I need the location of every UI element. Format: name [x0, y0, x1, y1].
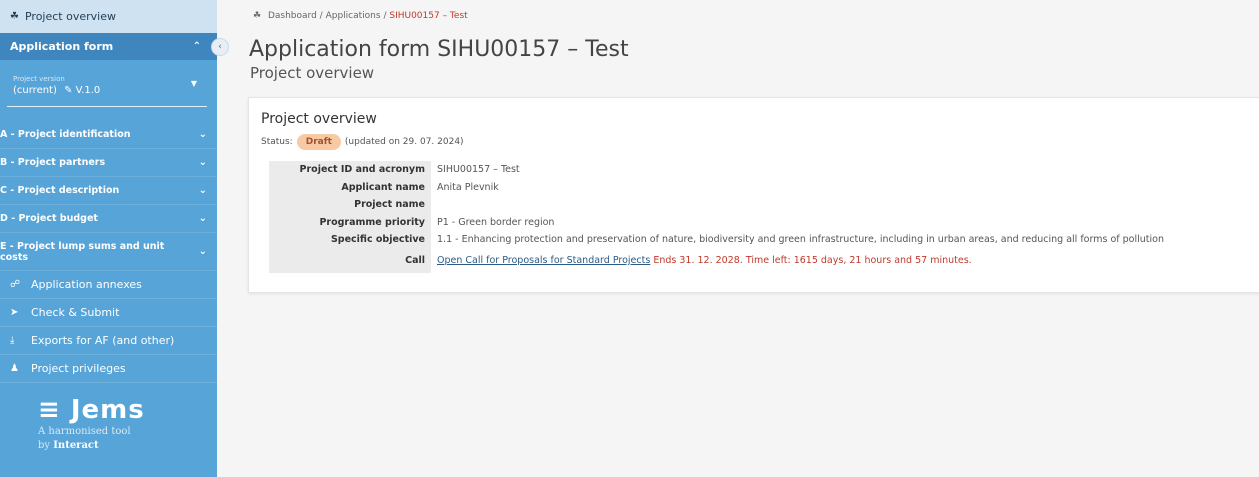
sidebar-item-section-b[interactable]: B - Project partners ⌄: [0, 149, 217, 177]
page-subtitle: Project overview: [250, 64, 375, 82]
field-label: Project name: [269, 196, 431, 214]
status-badge: Draft: [296, 134, 341, 150]
field-label: Call: [269, 248, 431, 273]
sidebar-item-label: Exports for AF (and other): [31, 334, 175, 347]
logo-mark-icon: ≡: [38, 395, 61, 425]
table-row: Project ID and acronym SIHU00157 – Test: [269, 161, 1259, 179]
chevron-down-icon: ⌄: [198, 157, 207, 168]
sidebar-item-application-form[interactable]: Application form ⌃ ‹: [0, 33, 229, 60]
breadcrumb-dashboard[interactable]: Dashboard: [268, 11, 317, 21]
field-value: P1 - Green border region: [437, 216, 555, 228]
breadcrumb-separator: /: [383, 11, 387, 21]
sidebar-item-label: E - Project lump sums and unit costs: [0, 240, 165, 263]
sidebar-item-label: Check & Submit: [31, 306, 120, 319]
field-label: Applicant name: [269, 178, 431, 196]
field-value: SIHU00157 – Test: [437, 164, 520, 176]
call-deadline: Ends 31. 12. 2028. Time left: 1615 days,…: [653, 255, 972, 266]
sidebar-item-check-submit[interactable]: ➤ Check & Submit: [0, 299, 217, 327]
sidebar-item-project-privileges[interactable]: ♟ Project privileges: [0, 355, 217, 383]
project-version-select[interactable]: Project version (current) ✎ V.1.0 ▼: [7, 67, 207, 107]
link-icon: ☍: [10, 279, 21, 290]
page-title: Application form SIHU00157 – Test: [249, 37, 629, 62]
chevron-down-icon: ▼: [190, 79, 197, 88]
field-value: 1.1 - Enhancing protection and preservat…: [437, 234, 1164, 246]
project-overview-card: Project overview Status: Draft (updated …: [248, 97, 1259, 293]
table-row: Project name: [269, 196, 1259, 214]
call-link[interactable]: Open Call for Proposals for Standard Pro…: [437, 255, 650, 266]
sidebar-item-section-a[interactable]: A - Project identification ⌄: [0, 121, 217, 149]
logo-tagline: A harmonised tool: [38, 426, 131, 437]
sidebar-item-section-e[interactable]: E - Project lump sums and unit costs ⌄: [0, 233, 217, 271]
table-row: Call Open Call for Proposals for Standar…: [269, 248, 1259, 273]
logo-org: Interact: [53, 440, 99, 451]
home-icon[interactable]: ☘: [253, 11, 261, 21]
sidebar-item-label: Application form: [10, 40, 114, 53]
project-info-table: Project ID and acronym SIHU00157 – Test …: [269, 161, 1259, 273]
users-icon: ♟: [10, 363, 19, 374]
field-value: Open Call for Proposals for Standard Pro…: [431, 249, 1259, 273]
project-version-label: Project version: [13, 75, 65, 83]
chevron-down-icon: ⌄: [198, 213, 207, 224]
table-row: Specific objective 1.1 - Enhancing prote…: [269, 231, 1259, 249]
breadcrumb-separator: /: [319, 11, 323, 21]
sidebar-item-label: B - Project partners: [0, 157, 106, 168]
home-icon: ☘: [10, 11, 19, 22]
field-value: Anita Plevnik: [437, 181, 499, 193]
field-label: Programme priority: [269, 213, 431, 231]
application-sections: A - Project identification ⌄ B - Project…: [0, 121, 217, 271]
jems-logo: ≡ Jems A harmonised tool by Interact: [38, 395, 145, 453]
field-label: Project ID and acronym: [269, 161, 431, 179]
logo-name: Jems: [70, 395, 145, 425]
sidebar-item-application-annexes[interactable]: ☍ Application annexes: [0, 271, 217, 299]
sidebar-item-section-c[interactable]: C - Project description ⌄: [0, 177, 217, 205]
field-value: [431, 196, 1259, 214]
breadcrumb-applications[interactable]: Applications: [326, 11, 381, 21]
sidebar: ☘ Project overview Application form ⌃ ‹ …: [0, 0, 229, 477]
breadcrumb-current: SIHU00157 – Test: [389, 11, 468, 21]
sidebar-item-project-overview[interactable]: ☘ Project overview: [0, 0, 217, 33]
project-version-number: V.1.0: [75, 85, 101, 96]
sidebar-item-label: C - Project description: [0, 185, 120, 196]
chevron-down-icon: ⌄: [198, 185, 207, 196]
logo-by: by: [38, 440, 51, 451]
pencil-icon: ✎: [64, 85, 73, 96]
chevron-up-icon: ⌃: [192, 41, 201, 52]
field-label: Specific objective: [269, 231, 431, 249]
sidebar-item-label: Application annexes: [31, 278, 142, 291]
status-updated: (updated on 29. 07. 2024): [344, 137, 464, 147]
download-icon: ⤓: [10, 335, 15, 346]
chevron-down-icon: ⌄: [198, 246, 207, 257]
sidebar-item-label: Project privileges: [31, 362, 126, 375]
main-content: ☘ Dashboard / Applications / SIHU00157 –…: [217, 0, 1259, 477]
sidebar-item-label: D - Project budget: [0, 213, 98, 224]
status-row: Status: Draft (updated on 29. 07. 2024): [261, 134, 464, 150]
breadcrumb: ☘ Dashboard / Applications / SIHU00157 –…: [253, 11, 468, 21]
status-label: Status:: [261, 137, 293, 147]
send-icon: ➤: [10, 307, 19, 318]
sidebar-item-label: Project overview: [24, 10, 116, 23]
sidebar-item-exports[interactable]: ⤓ Exports for AF (and other): [0, 327, 217, 355]
table-row: Applicant name Anita Plevnik: [269, 178, 1259, 196]
chevron-down-icon: ⌄: [198, 129, 207, 140]
sidebar-item-section-d[interactable]: D - Project budget ⌄: [0, 205, 217, 233]
project-version-value: (current): [13, 85, 57, 96]
table-row: Programme priority P1 - Green border reg…: [269, 213, 1259, 231]
card-title: Project overview: [261, 111, 377, 127]
sidebar-item-label: A - Project identification: [0, 129, 131, 140]
